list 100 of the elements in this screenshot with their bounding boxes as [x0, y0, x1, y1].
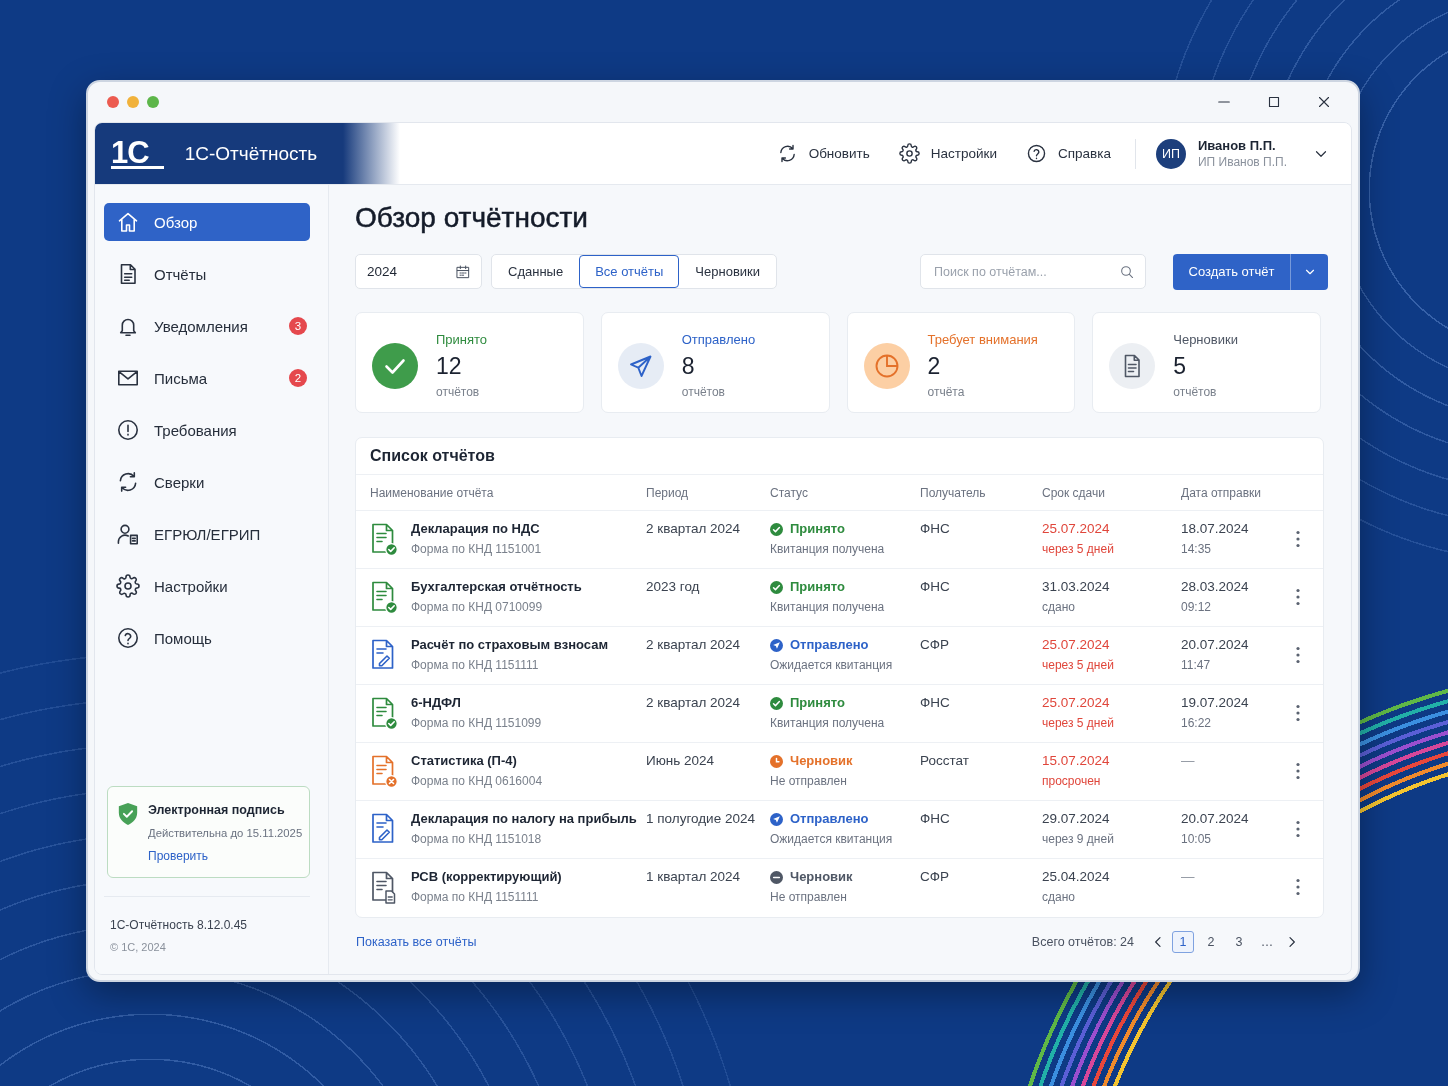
- calendar-icon: [455, 263, 471, 280]
- search-icon: [1119, 263, 1135, 280]
- more-icon[interactable]: [1295, 704, 1301, 722]
- sidebar-item[interactable]: Отчёты: [104, 255, 310, 293]
- report-title: Декларация по налогу на прибыль: [411, 810, 637, 828]
- user-organization: ИП Иванов П.П.: [1197, 153, 1287, 171]
- recipient: Росстат: [920, 752, 969, 770]
- report-period: 2 квартал 2024: [646, 694, 741, 712]
- recipient: ФНС: [920, 694, 950, 712]
- verify-link[interactable]: Проверить: [148, 845, 208, 868]
- deadline-note: просрочен: [1042, 773, 1101, 790]
- report-title: Статистика (П-4): [411, 752, 517, 770]
- sent-date: 19.07.2024: [1181, 694, 1249, 712]
- status-note: Квитанция получена: [770, 715, 885, 732]
- refresh-button[interactable]: Обновить: [776, 143, 870, 164]
- deadline-date: 25.07.2024: [1042, 694, 1110, 712]
- page-button[interactable]: 2: [1200, 931, 1222, 953]
- plane-circle-icon: [770, 812, 783, 826]
- report-form: Форма по КНД 1151111: [411, 657, 539, 674]
- sidebar-item[interactable]: Помощь: [104, 619, 310, 657]
- deadline-note: сдано: [1042, 599, 1075, 616]
- sidebar-item[interactable]: Настройки: [104, 567, 310, 605]
- app-name: 1С-Отчётность: [184, 142, 318, 165]
- more-icon[interactable]: [1295, 530, 1301, 548]
- deadline-date: 29.07.2024: [1042, 810, 1110, 828]
- user-name: Иванов П.П.: [1197, 136, 1277, 154]
- document-cross-icon: [370, 754, 398, 788]
- status-label: Черновик: [790, 752, 853, 770]
- filter-tab[interactable]: Черновики: [679, 255, 776, 288]
- recipient: ФНС: [920, 810, 950, 828]
- paper-plane-icon: [617, 342, 664, 389]
- shield-check-icon: [117, 802, 139, 826]
- window-dot-icon[interactable]: [107, 96, 119, 108]
- clock-circle-icon: [770, 754, 783, 768]
- report-form: Форма по КНД 1151099: [411, 715, 542, 732]
- window-dot-icon[interactable]: [127, 96, 139, 108]
- report-form: Форма по КНД 0616004: [411, 773, 543, 790]
- sidebar-item[interactable]: Обзор: [104, 203, 310, 241]
- deadline-date: 25.07.2024: [1042, 520, 1110, 538]
- help-button[interactable]: Справка: [1025, 143, 1111, 164]
- page-button[interactable]: 1: [1172, 931, 1194, 953]
- section-title: Список отчётов: [370, 447, 495, 465]
- count-badge: 2: [289, 369, 307, 387]
- report-title: РСВ (корректирующий): [411, 868, 562, 886]
- document-icon: [1109, 342, 1156, 389]
- more-icon[interactable]: [1295, 820, 1301, 838]
- document-check-icon: [370, 696, 398, 730]
- report-form: Форма по КНД 1151018: [411, 831, 542, 848]
- sidebar-item[interactable]: Письма 2: [104, 359, 310, 397]
- sidebar-item[interactable]: Требования: [104, 411, 310, 449]
- status-label: Принято: [790, 694, 845, 712]
- settings-button[interactable]: Настройки: [898, 143, 997, 164]
- deadline-date: 31.03.2024: [1042, 578, 1110, 596]
- deadline-note: через 5 дней: [1042, 541, 1114, 558]
- report-title: Расчёт по страховым взносам: [411, 636, 609, 654]
- check-circle-icon: [372, 342, 418, 389]
- report-form: Форма по КНД 1151111: [411, 889, 539, 906]
- stat-label: Принято: [436, 331, 488, 348]
- sent-time: 14:35: [1181, 541, 1212, 558]
- recipient: ФНС: [920, 520, 950, 538]
- sidebar-item[interactable]: ЕГРЮЛ/ЕГРИП: [104, 515, 310, 553]
- page-button[interactable]: 3: [1228, 931, 1250, 953]
- app-version: 1С-Отчётность 8.12.0.45: [110, 917, 247, 934]
- status-note: Квитанция получена: [770, 541, 885, 558]
- check-circle-icon: [770, 522, 783, 536]
- stat-unit: отчётов: [1173, 384, 1217, 400]
- copyright: © 1С, 2024: [110, 940, 166, 955]
- more-icon[interactable]: [1295, 762, 1301, 780]
- filter-tab[interactable]: Все отчёты: [579, 255, 680, 288]
- report-period: 2023 год: [646, 578, 700, 596]
- deadline-note: через 9 дней: [1042, 831, 1114, 848]
- report-title: Декларация по НДС: [411, 520, 540, 538]
- sidebar-item[interactable]: Уведомления 3: [104, 307, 310, 345]
- avatar[interactable]: ИП: [1155, 138, 1186, 169]
- stat-label: Отправлено: [681, 331, 756, 348]
- more-icon[interactable]: [1295, 588, 1301, 606]
- more-icon[interactable]: [1295, 646, 1301, 664]
- signature-title: Электронная подпись: [148, 802, 285, 819]
- sidebar-item[interactable]: Сверки: [104, 463, 310, 501]
- document-check-icon: [370, 580, 398, 614]
- column-header: Получатель: [920, 485, 987, 500]
- stat-value: 5: [1173, 352, 1187, 380]
- stat-value: 12: [436, 352, 462, 380]
- clock-icon: [863, 342, 910, 389]
- filter-tab[interactable]: Сданные: [492, 255, 580, 288]
- minus-circle-icon: [770, 870, 783, 884]
- person-document-icon: [116, 522, 140, 546]
- year-picker[interactable]: 2024: [355, 254, 482, 289]
- create-menu-button[interactable]: [1290, 253, 1328, 290]
- create-report-button[interactable]: Создать отчёт: [1173, 253, 1290, 290]
- sent-date: 28.03.2024: [1181, 578, 1249, 596]
- show-all-link[interactable]: Показать все отчёты: [356, 935, 477, 949]
- stat-label: Требует внимания: [927, 331, 1038, 348]
- status-note: Квитанция получена: [770, 599, 885, 616]
- search-field[interactable]: Поиск по отчётам...: [920, 254, 1146, 289]
- more-icon[interactable]: [1295, 878, 1301, 896]
- report-period: 1 квартал 2024: [646, 868, 741, 886]
- sent-date: 20.07.2024: [1181, 636, 1249, 654]
- recipient: ФНС: [920, 578, 950, 596]
- window-dot-icon[interactable]: [147, 96, 159, 108]
